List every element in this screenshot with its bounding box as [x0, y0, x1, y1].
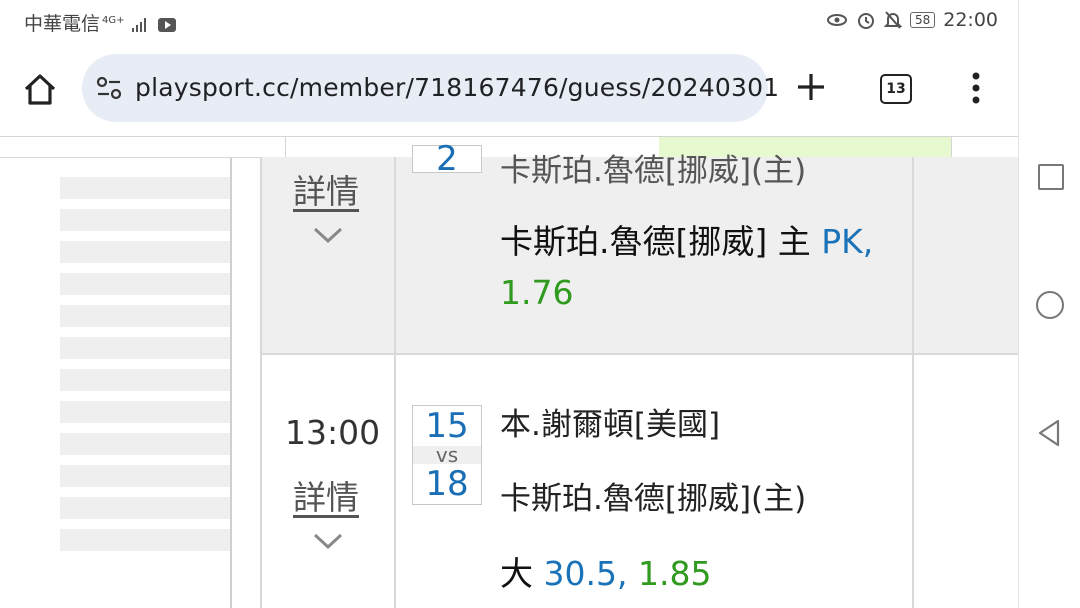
home-team: 卡斯珀.魯德[挪威](主) [500, 153, 807, 189]
url-text[interactable]: playsport.cc/member/718167476/guess/2024… [135, 73, 779, 102]
signal-icon [131, 17, 146, 32]
home-score: 2 [436, 139, 458, 179]
game-time: 13:00 [285, 413, 381, 452]
pick-odds: 1.85 [637, 554, 712, 593]
score-box: 2 [412, 139, 482, 179]
eye-comfort-icon [826, 14, 847, 26]
battery-icon: 58 [909, 12, 936, 28]
home-team: 卡斯珀.魯德[挪威](主) [500, 481, 807, 517]
column-divider [394, 157, 396, 608]
pick-line: 卡斯珀.魯德[挪威] 主 PK, [500, 215, 873, 263]
chevron-down-icon[interactable] [312, 225, 344, 245]
status-bar: 中華電信 4G+ 58 22:00 [0, 0, 1018, 42]
status-icons: 58 22:00 [826, 9, 998, 31]
vs-label: vs [413, 445, 481, 465]
recent-apps-icon[interactable] [1038, 164, 1064, 190]
page-content: 2 卡斯珀.魯德[挪威](主) 詳情 卡斯珀.魯德[挪威] 主 PK, 1.76… [0, 137, 1018, 608]
table-row: 2 卡斯珀.魯德[挪威](主) 詳情 卡斯珀.魯德[挪威] 主 PK, 1.76 [260, 142, 1018, 355]
pick-prefix: 大 [500, 554, 533, 593]
guess-table: 2 卡斯珀.魯德[挪威](主) 詳情 卡斯珀.魯德[挪威] 主 PK, 1.76… [260, 142, 1018, 608]
site-settings-icon[interactable] [96, 76, 122, 100]
mute-notifications-icon [883, 11, 902, 29]
detail-link[interactable]: 詳情 [293, 165, 359, 213]
pick-total-line: 30.5, [543, 554, 628, 593]
column-divider [912, 157, 914, 608]
pick-handicap: PK, [821, 222, 874, 261]
system-navigation-bar [1018, 0, 1080, 608]
youtube-notification-icon [157, 17, 176, 32]
carrier-name: 中華電信 [24, 13, 101, 35]
browser-toolbar: playsport.cc/member/718167476/guess/2024… [0, 42, 1018, 136]
table-left-border [260, 157, 262, 608]
away-score: 15 [425, 406, 469, 446]
pick-team: 卡斯珀.魯德[挪威] 主 [500, 222, 811, 261]
clock: 22:00 [943, 9, 998, 31]
strip-divider [951, 137, 952, 157]
address-bar[interactable]: playsport.cc/member/718167476/guess/2024… [82, 54, 779, 122]
network-type: 4G+ [102, 14, 125, 26]
tab-switcher-button[interactable]: 13 [880, 74, 912, 104]
away-team: 本.謝爾頓[美國] [500, 407, 721, 443]
more-options-icon[interactable] [966, 70, 986, 106]
new-tab-icon[interactable] [796, 72, 826, 102]
chevron-down-icon[interactable] [312, 531, 344, 551]
pick-odds: 1.76 [500, 273, 574, 312]
home-nav-icon[interactable] [1036, 291, 1064, 319]
detail-link[interactable]: 詳情 [293, 471, 359, 519]
home-score: 18 [425, 464, 469, 504]
back-icon[interactable] [1036, 418, 1062, 448]
sidebar-border [230, 137, 232, 608]
home-icon[interactable] [20, 70, 60, 110]
pick-line: 大 30.5, 1.85 [500, 547, 711, 595]
score-box: 15 vs 18 [412, 405, 482, 505]
carrier-info: 中華電信 4G+ [24, 9, 176, 36]
alarm-icon [857, 13, 874, 29]
table-row: 13:00 詳情 15 vs 18 本.謝爾頓[美國] 卡斯珀.魯德[挪威](主… [260, 355, 1018, 608]
strip-divider [285, 137, 286, 157]
sidebar-faded [60, 167, 230, 608]
